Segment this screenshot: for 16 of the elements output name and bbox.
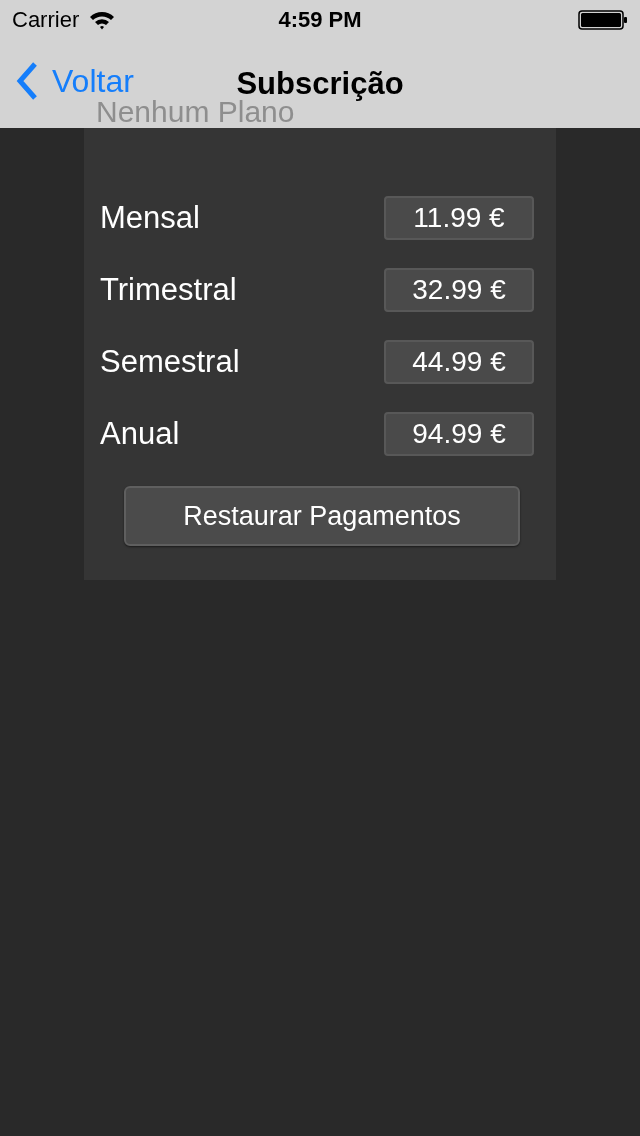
plan-name: Anual: [100, 416, 180, 452]
price-button[interactable]: 11.99 €: [384, 196, 534, 240]
plan-status-text: Nenhum Plano: [96, 97, 295, 127]
price-button[interactable]: 94.99 €: [384, 412, 534, 456]
plan-name: Semestral: [100, 344, 240, 380]
price-button[interactable]: 44.99 €: [384, 340, 534, 384]
restore-payments-button[interactable]: Restaurar Pagamentos: [124, 486, 520, 546]
price-button[interactable]: 32.99 €: [384, 268, 534, 312]
status-time: 4:59 PM: [278, 9, 362, 31]
chevron-left-icon: [16, 62, 38, 100]
screen-title: Subscrição: [236, 68, 404, 99]
wifi-icon: [89, 10, 116, 30]
battery-icon: [578, 10, 628, 30]
plan-name: Mensal: [100, 200, 200, 236]
carrier-name: Carrier: [12, 9, 80, 31]
plan-name: Trimestral: [100, 272, 237, 308]
